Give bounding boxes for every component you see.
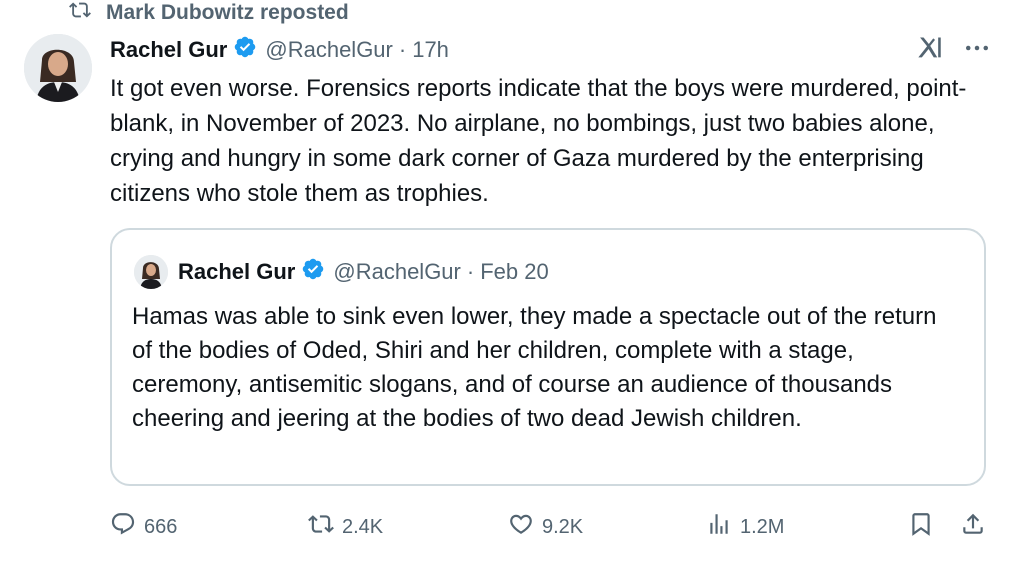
bookmark-button[interactable] <box>908 508 934 546</box>
tweet-top-actions <box>916 34 992 66</box>
repost-icon <box>66 0 94 27</box>
heart-icon <box>508 511 534 543</box>
views-button[interactable]: 1.2M <box>706 508 784 546</box>
share-icon <box>960 511 986 543</box>
tweet-actions-bar: 666 2.4K 9.2K 1.2M <box>110 508 1000 546</box>
quoted-tweet-text: Hamas was able to sink even lower, they … <box>132 303 937 432</box>
quoted-tweet[interactable]: Rachel Gur @RachelGur · Feb 20 Hamas was… <box>110 228 986 486</box>
verified-badge-icon <box>227 35 265 65</box>
more-options-icon[interactable] <box>962 33 992 68</box>
reply-icon <box>110 511 136 543</box>
quoted-tweet-header: Rachel Gur @RachelGur · Feb 20 <box>134 255 549 289</box>
reply-button[interactable]: 666 <box>110 508 177 546</box>
avatar[interactable] <box>24 34 92 102</box>
like-button[interactable]: 9.2K <box>508 508 583 546</box>
repost-action-icon <box>308 511 334 543</box>
quoted-author-handle[interactable]: @RachelGur <box>333 259 461 285</box>
quoted-verified-badge-icon <box>295 257 333 287</box>
bookmark-icon <box>908 511 934 543</box>
grok-icon[interactable] <box>916 34 944 67</box>
quoted-separator: · <box>466 259 475 284</box>
timestamp[interactable]: 17h <box>412 37 449 63</box>
reply-count: 666 <box>144 515 178 538</box>
repost-count: 2.4K <box>342 515 384 538</box>
tweet-header: Rachel Gur @RachelGur · 17h <box>110 34 449 66</box>
repost-button[interactable]: 2.4K <box>308 508 383 546</box>
quoted-author-name[interactable]: Rachel Gur <box>178 259 295 285</box>
quoted-timestamp[interactable]: Feb 20 <box>480 259 549 285</box>
view-count: 1.2M <box>740 515 785 538</box>
quoted-avatar[interactable] <box>134 255 168 289</box>
repost-label: Mark Dubowitz reposted <box>106 1 349 24</box>
author-handle[interactable]: @RachelGur <box>265 37 393 63</box>
author-name[interactable]: Rachel Gur <box>110 37 227 63</box>
share-button[interactable] <box>960 508 986 546</box>
like-count: 9.2K <box>542 515 584 538</box>
repost-banner[interactable]: Mark Dubowitz reposted <box>66 0 349 26</box>
separator: · <box>398 37 407 62</box>
views-icon <box>706 511 732 543</box>
tweet-text: It got even worse. Forensics reports ind… <box>110 75 967 207</box>
